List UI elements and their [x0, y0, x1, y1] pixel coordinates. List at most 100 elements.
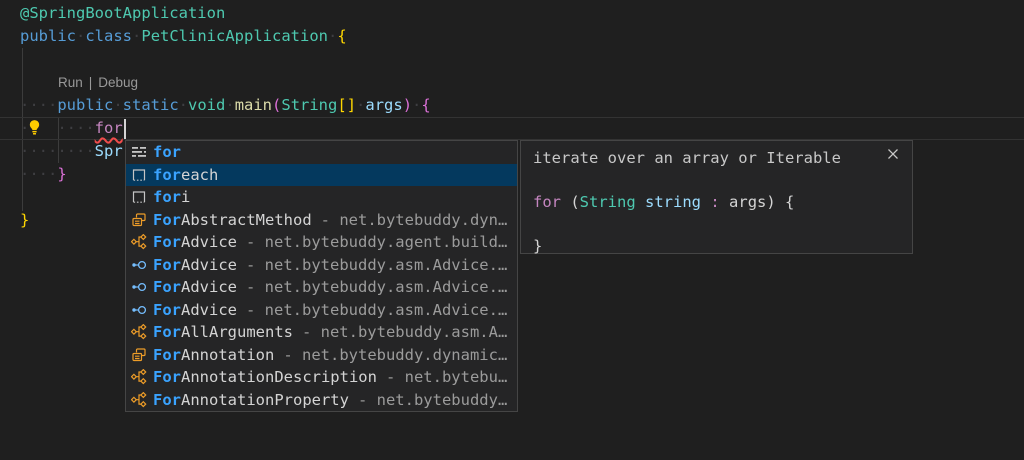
suggest-item-match: For — [153, 323, 181, 341]
symbol-class-icon — [131, 369, 147, 385]
codelens-separator: | — [83, 75, 99, 90]
code-line-0: @SpringBootApplication — [20, 2, 225, 25]
code-line-4: ····public·static·void·main(String[]·arg… — [20, 94, 431, 117]
symbol-enum-icon — [131, 212, 147, 228]
suggest-item-detail: - net.bytebuddy.asm.Advice.… — [246, 256, 507, 274]
suggest-item-for[interactable]: for — [126, 141, 517, 164]
code-token: { — [421, 96, 430, 114]
suggest-item-label: Advice — [181, 256, 237, 274]
suggest-item-detail: - net.bytebuddy.dyn… — [321, 211, 508, 229]
code-token: Spr — [95, 142, 123, 160]
code-token: ) — [403, 96, 412, 114]
symbol-class-icon — [131, 324, 147, 340]
symbol-interface-icon — [131, 302, 147, 318]
symbol-snippet-icon — [131, 167, 147, 183]
code-token: ) { — [766, 193, 794, 211]
suggest-item-match: For — [153, 211, 181, 229]
code-token: · — [328, 27, 337, 45]
suggest-item-match: For — [153, 346, 181, 364]
suggest-item-fori[interactable]: fori — [126, 186, 517, 209]
suggest-widget: forforeachforiForAbstractMethod- net.byt… — [125, 140, 518, 412]
code-token: · — [132, 27, 141, 45]
code-token: · — [412, 96, 421, 114]
code-token: : — [710, 193, 719, 211]
suggest-item-match: For — [153, 391, 181, 409]
symbol-interface-icon — [131, 257, 147, 273]
suggest-item-detail: - net.bytebu… — [386, 368, 507, 386]
code-token: } — [57, 165, 66, 183]
close-icon[interactable] — [884, 145, 902, 163]
suggest-item-label: Advice — [181, 278, 237, 296]
suggest-item-ForAnnotationDescription[interactable]: ForAnnotationDescription- net.bytebu… — [126, 366, 517, 389]
docs-code-line: for (String string : args) { — [533, 191, 794, 213]
code-token: args — [729, 193, 766, 211]
code-token: } — [20, 211, 29, 229]
suggest-item-ForAdvice[interactable]: ForAdvice- net.bytebuddy.asm.Advice.… — [126, 276, 517, 299]
code-token: · — [225, 96, 234, 114]
code-line-6: ········Spr — [20, 140, 123, 163]
suggest-item-foreach[interactable]: foreach — [126, 164, 517, 187]
suggest-item-detail: - net.bytebuddy.asm.A… — [302, 323, 507, 341]
suggest-item-match: for — [153, 166, 181, 184]
suggest-item-detail: - net.bytebuddy.asm.Advice.… — [246, 278, 507, 296]
code-token: for — [533, 193, 561, 211]
code-token: main — [235, 96, 272, 114]
suggest-item-label: AnnotationDescription — [181, 368, 377, 386]
code-token: ( — [561, 193, 580, 211]
code-token: · — [76, 27, 85, 45]
code-token: String — [580, 193, 636, 211]
suggest-item-label: AnnotationProperty — [181, 391, 349, 409]
code-token — [720, 193, 729, 211]
suggest-item-ForAdvice[interactable]: ForAdvice - net.bytebuddy.asm.Advice.… — [126, 254, 517, 277]
code-token: { — [337, 27, 346, 45]
code-line-9: } — [20, 209, 29, 232]
codelens-debug-link[interactable]: Debug — [98, 75, 138, 90]
suggest-item-ForAnnotationProperty[interactable]: ForAnnotationProperty- net.bytebuddy… — [126, 389, 517, 412]
code-token: for — [95, 119, 123, 137]
code-token: [] — [337, 96, 356, 114]
code-token — [636, 193, 645, 211]
code-token: ···· — [20, 96, 57, 114]
suggest-docs-panel: iterate over an array or Iterable for (S… — [520, 140, 913, 254]
docs-code-line: } — [533, 235, 542, 257]
code-token: PetClinicApplication — [141, 27, 328, 45]
code-token: · — [356, 96, 365, 114]
code-token: args — [365, 96, 402, 114]
code-token: String — [281, 96, 337, 114]
suggest-item-match: For — [153, 233, 181, 251]
lightbulb-icon[interactable] — [26, 119, 43, 136]
suggest-item-label: Advice — [181, 233, 237, 251]
code-token: ···· — [57, 119, 94, 137]
symbol-class-icon — [131, 234, 147, 250]
code-token — [701, 193, 710, 211]
suggest-item-label: AbstractMethod — [181, 211, 312, 229]
suggest-item-ForAbstractMethod[interactable]: ForAbstractMethod - net.bytebuddy.dyn… — [126, 209, 517, 232]
codelens-run-link[interactable]: Run — [58, 75, 83, 90]
code-token: void — [188, 96, 225, 114]
code-token: class — [85, 27, 132, 45]
suggest-item-label: Advice — [181, 301, 237, 319]
code-token: string — [645, 193, 701, 211]
code-token: · — [179, 96, 188, 114]
docs-summary-text: iterate over an array or Iterable — [533, 147, 841, 169]
code-token: · — [113, 96, 122, 114]
current-line-highlight — [0, 117, 1024, 140]
suggest-item-ForAllArguments[interactable]: ForAllArguments - net.bytebuddy.asm.A… — [126, 321, 517, 344]
code-token: ···· — [20, 165, 57, 183]
suggest-item-ForAdvice[interactable]: ForAdvice- net.bytebuddy.asm.Advice.… — [126, 299, 517, 322]
code-token: @SpringBootApplication — [20, 4, 225, 22]
symbol-snippet-icon — [131, 189, 147, 205]
code-line-7: ····} — [20, 163, 67, 186]
symbol-class-icon — [131, 392, 147, 408]
code-line-1: public·class·PetClinicApplication·{ — [20, 25, 347, 48]
suggest-item-ForAnnotation[interactable]: ForAnnotation- net.bytebuddy.dynamic… — [126, 344, 517, 367]
suggest-item-label: AllArguments — [181, 323, 293, 341]
suggest-item-ForAdvice[interactable]: ForAdvice- net.bytebuddy.agent.build… — [126, 231, 517, 254]
suggest-item-detail: - net.bytebuddy.dynamic… — [283, 346, 507, 364]
suggest-item-detail: - net.bytebuddy.asm.Advice.… — [246, 301, 507, 319]
suggest-item-label: i — [181, 188, 190, 206]
suggest-item-match: for — [153, 143, 181, 161]
suggest-item-match: For — [153, 256, 181, 274]
symbol-keyword-icon — [131, 144, 147, 160]
code-token: ········ — [20, 142, 95, 160]
